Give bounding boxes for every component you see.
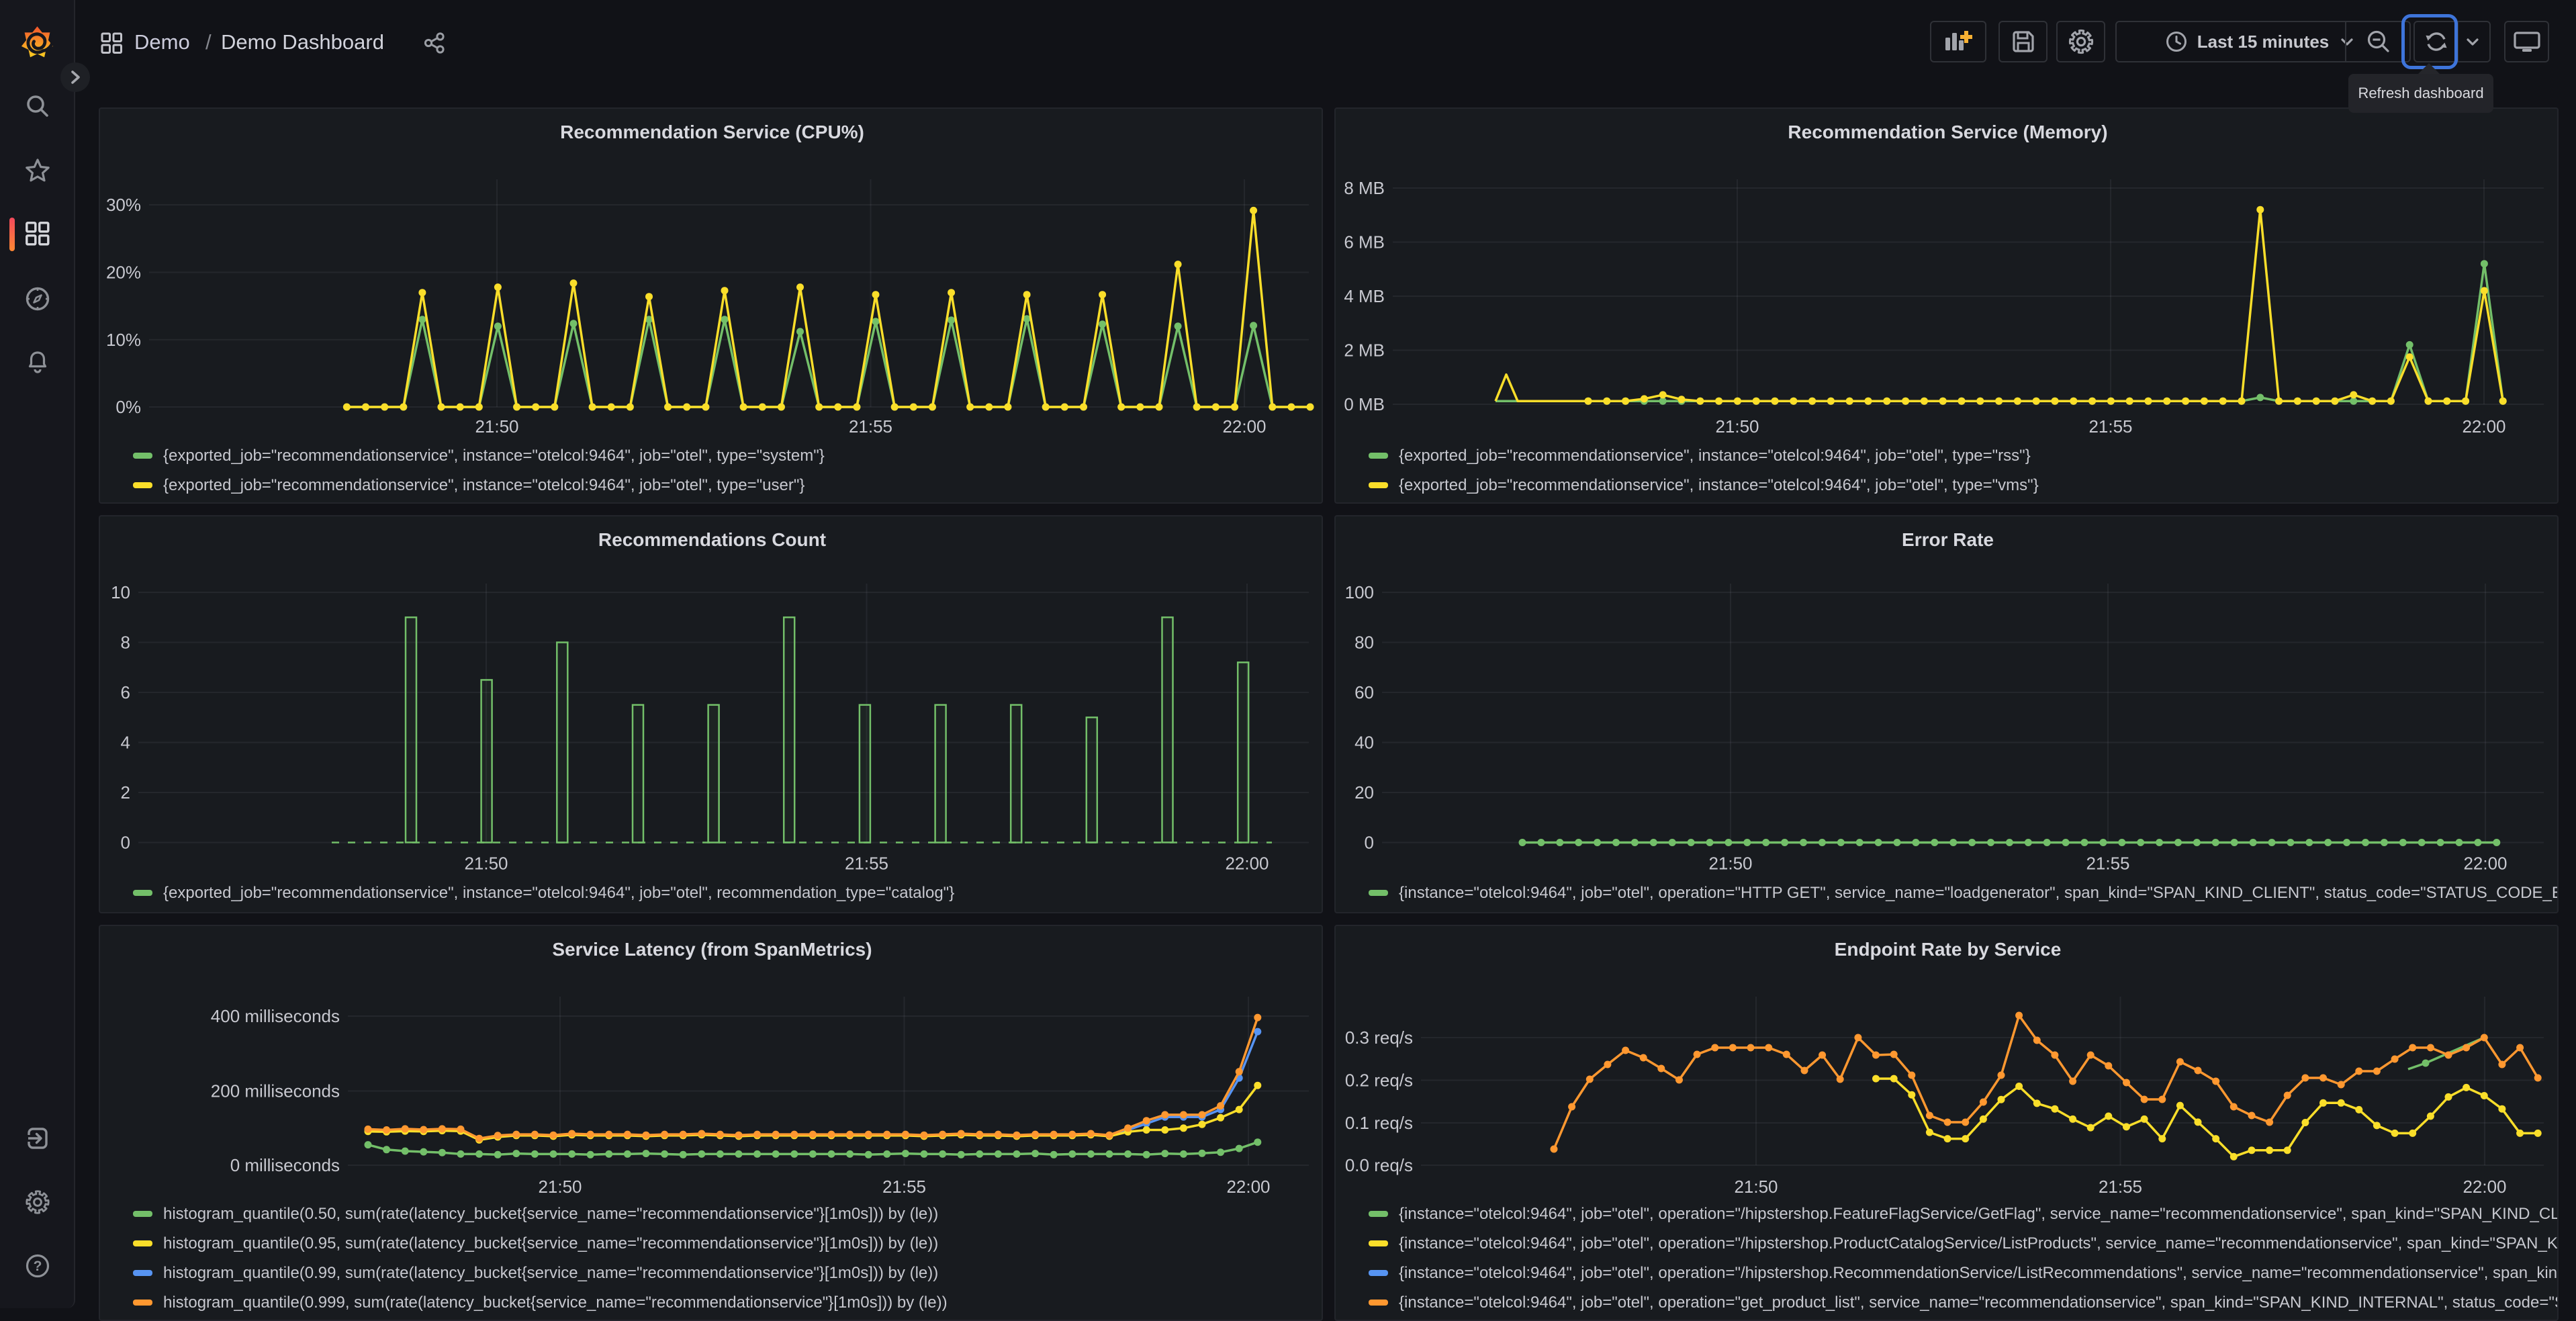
svg-text:22:00: 22:00 xyxy=(1226,1177,1270,1197)
svg-text:histogram_quantile(0.50, sum(r: histogram_quantile(0.50, sum(rate(latenc… xyxy=(163,1205,938,1223)
svg-text:4 MB: 4 MB xyxy=(1344,286,1385,306)
svg-text:0.2 req/s: 0.2 req/s xyxy=(1345,1071,1413,1091)
svg-text:21:55: 21:55 xyxy=(2088,416,2132,437)
svg-text:40: 40 xyxy=(1354,733,1374,753)
svg-text:Service Latency (from SpanMetr: Service Latency (from SpanMetrics) xyxy=(552,939,872,960)
svg-text:60: 60 xyxy=(1354,682,1374,702)
svg-text:Error Rate: Error Rate xyxy=(1902,529,1994,550)
svg-text:histogram_quantile(0.999, sum(: histogram_quantile(0.999, sum(rate(laten… xyxy=(163,1293,948,1312)
svg-text:400 milliseconds: 400 milliseconds xyxy=(211,1006,340,1026)
svg-text:21:55: 21:55 xyxy=(2086,854,2129,874)
svg-text:21:50: 21:50 xyxy=(1715,416,1759,437)
svg-text:{instance="otelcol:9464", job=: {instance="otelcol:9464", job="otel", op… xyxy=(1399,1264,2559,1282)
svg-text:21:50: 21:50 xyxy=(475,416,518,437)
svg-text:Recommendation Service (Memory: Recommendation Service (Memory) xyxy=(1788,122,2107,142)
svg-text:{exported_job="recommendations: {exported_job="recommendationservice", i… xyxy=(163,447,825,465)
svg-text:2: 2 xyxy=(121,782,130,803)
svg-text:{instance="otelcol:9464", job=: {instance="otelcol:9464", job="otel", op… xyxy=(1399,884,2559,902)
svg-text:4: 4 xyxy=(121,733,130,753)
svg-text:200 milliseconds: 200 milliseconds xyxy=(211,1081,340,1101)
svg-text:8 MB: 8 MB xyxy=(1344,178,1385,198)
svg-text:21:55: 21:55 xyxy=(2099,1177,2142,1197)
svg-text:0 MB: 0 MB xyxy=(1344,394,1385,414)
svg-text:21:50: 21:50 xyxy=(538,1177,582,1197)
svg-text:22:00: 22:00 xyxy=(2463,854,2507,874)
svg-text:{exported_job="recommendations: {exported_job="recommendationservice", i… xyxy=(1399,447,2031,465)
svg-text:Endpoint Rate by Service: Endpoint Rate by Service xyxy=(1835,939,2062,960)
svg-text:histogram_quantile(0.95, sum(r: histogram_quantile(0.95, sum(rate(latenc… xyxy=(163,1234,938,1252)
svg-text:{exported_job="recommendations: {exported_job="recommendationservice", i… xyxy=(163,884,954,902)
svg-text:2 MB: 2 MB xyxy=(1344,340,1385,361)
svg-text:{instance="otelcol:9464", job=: {instance="otelcol:9464", job="otel", op… xyxy=(1399,1205,2559,1223)
svg-text:0.0 req/s: 0.0 req/s xyxy=(1345,1155,1413,1175)
svg-text:10%: 10% xyxy=(106,330,141,350)
svg-text:{instance="otelcol:9464", job=: {instance="otelcol:9464", job="otel", op… xyxy=(1399,1293,2559,1312)
svg-text:?: ? xyxy=(34,1259,42,1274)
svg-text:21:55: 21:55 xyxy=(849,416,892,437)
svg-text:22:00: 22:00 xyxy=(2462,416,2505,437)
svg-text:Recommendation Service (CPU%): Recommendation Service (CPU%) xyxy=(560,122,864,142)
svg-text:0 milliseconds: 0 milliseconds xyxy=(230,1155,340,1175)
svg-text:20%: 20% xyxy=(106,263,141,283)
svg-text:22:00: 22:00 xyxy=(1222,416,1266,437)
svg-text:6: 6 xyxy=(121,682,130,702)
svg-text:0.3 req/s: 0.3 req/s xyxy=(1345,1028,1413,1048)
svg-text:100: 100 xyxy=(1345,582,1374,602)
svg-text:10: 10 xyxy=(111,582,130,602)
svg-text:21:55: 21:55 xyxy=(882,1177,926,1197)
svg-text:0: 0 xyxy=(121,833,130,853)
svg-text:{exported_job="recommendations: {exported_job="recommendationservice", i… xyxy=(1399,476,2039,494)
svg-text:6 MB: 6 MB xyxy=(1344,232,1385,253)
svg-text:0%: 0% xyxy=(116,397,141,417)
svg-text:30%: 30% xyxy=(106,195,141,215)
svg-text:8: 8 xyxy=(121,633,130,653)
svg-text:{exported_job="recommendations: {exported_job="recommendationservice", i… xyxy=(163,476,804,494)
svg-text:Recommendations Count: Recommendations Count xyxy=(598,529,826,550)
svg-text:21:55: 21:55 xyxy=(845,854,888,874)
svg-text:21:50: 21:50 xyxy=(1734,1177,1778,1197)
svg-text:histogram_quantile(0.99, sum(r: histogram_quantile(0.99, sum(rate(latenc… xyxy=(163,1264,938,1282)
svg-text:22:00: 22:00 xyxy=(1225,854,1269,874)
svg-text:0: 0 xyxy=(1365,833,1374,853)
svg-text:22:00: 22:00 xyxy=(2463,1177,2506,1197)
svg-text:80: 80 xyxy=(1354,633,1374,653)
svg-text:20: 20 xyxy=(1354,782,1374,803)
svg-text:21:50: 21:50 xyxy=(1708,854,1752,874)
svg-text:21:50: 21:50 xyxy=(464,854,508,874)
svg-text:{instance="otelcol:9464", job=: {instance="otelcol:9464", job="otel", op… xyxy=(1399,1234,2559,1252)
svg-text:0.1 req/s: 0.1 req/s xyxy=(1345,1113,1413,1133)
